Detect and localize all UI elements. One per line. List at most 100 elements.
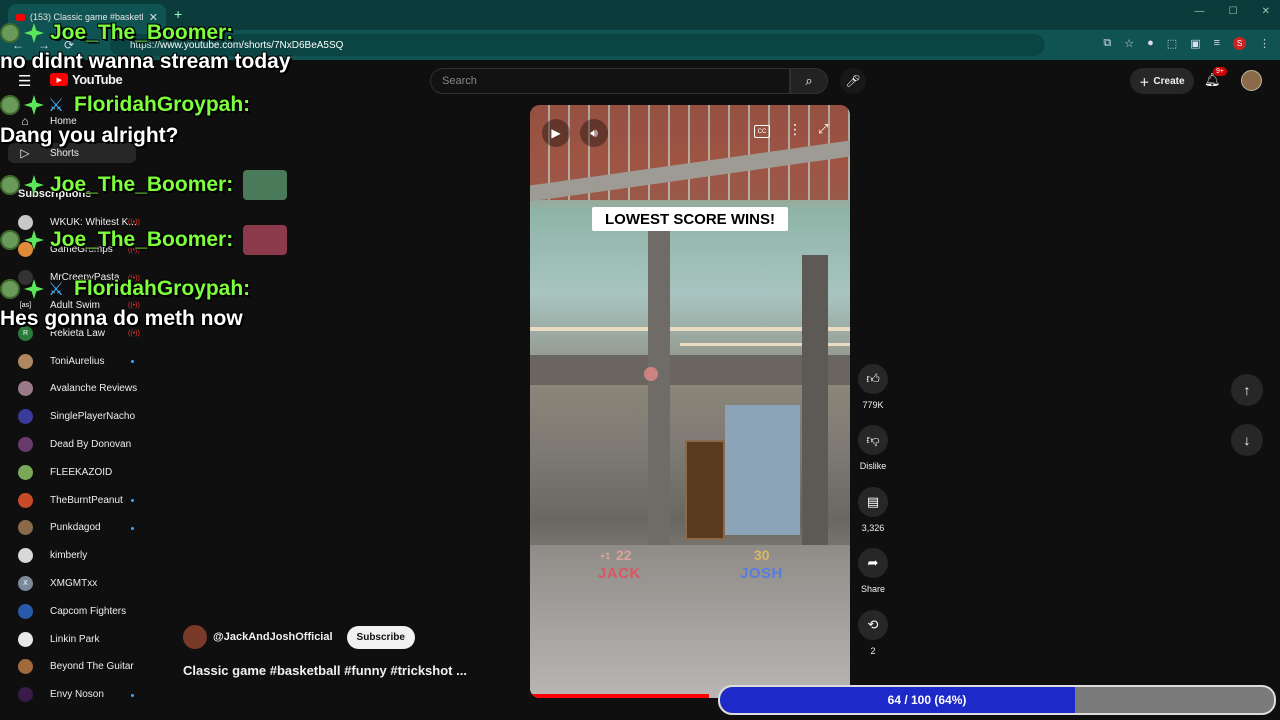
sidepanel-icon[interactable]: ▣	[1190, 37, 1200, 50]
video-ball	[644, 367, 658, 381]
video-floor	[530, 545, 850, 698]
live-icon: ((•))	[128, 274, 140, 282]
bell-icon[interactable]: 🔔︎ 9+	[1204, 67, 1227, 88]
dislike-button[interactable]: 👎︎ Dislike	[858, 425, 888, 471]
sidebar-channel-item[interactable]: MrCreepyPasta ((•))	[18, 268, 140, 288]
create-label: Create	[1153, 75, 1185, 87]
sidebar-channel-name: FLEEKAZOID	[50, 466, 113, 478]
score-left: 22	[616, 547, 632, 563]
youtube-logo[interactable]: ▶ YouTube	[50, 72, 123, 87]
sidebar: ⌂ Home ▷ Shorts Subscriptions WKUK: Whit…	[0, 100, 160, 720]
sidebar-channel-name: Capcom Fighters	[50, 605, 127, 617]
sidebar-channel-item[interactable]: Dead By Donovan	[18, 434, 131, 454]
close-window-button[interactable]: ✕	[1262, 6, 1270, 17]
previous-short-button[interactable]: ↑	[1231, 374, 1263, 406]
tab-title: (153) Classic game #basketball	[30, 12, 143, 22]
sidebar-channel-item[interactable]: Punkdagod	[18, 518, 134, 538]
youtube-play-icon: ▶	[50, 73, 68, 86]
puzzle-icon[interactable]: ⬚	[1167, 37, 1177, 50]
short-title[interactable]: Classic game #basketball #funny #tricksh…	[183, 663, 467, 678]
sidebar-channel-name: TheBurntPeanut	[50, 494, 123, 506]
sidebar-channel-item[interactable]: GameGrumps ((•))	[18, 240, 140, 260]
shorts-video-player[interactable]: ▶ 🔊︎ CC ⋮ ⤢ LOWEST SCORE WINS! +1 22 JAC…	[530, 105, 850, 698]
chat-emote-image	[243, 170, 288, 200]
tab-close-icon[interactable]: ✕	[149, 11, 158, 24]
search-icon[interactable]: ⌕	[790, 68, 828, 94]
subscribe-button[interactable]: Subscribe	[346, 625, 415, 649]
reload-icon[interactable]: ⟳	[64, 38, 74, 52]
maximize-button[interactable]: ☐	[1229, 6, 1238, 17]
bookmark-star-icon[interactable]: ☆	[1124, 37, 1134, 50]
subscriptions-heading[interactable]: Subscriptions	[18, 188, 91, 200]
sidebar-channel-item[interactable]: FLEEKAZOID	[18, 462, 112, 482]
like-button[interactable]: 👍︎ 779K	[858, 364, 888, 410]
sidebar-item-shorts[interactable]: ▷ Shorts	[8, 143, 136, 163]
extension-icon[interactable]: ●	[1147, 37, 1154, 50]
remix-button[interactable]: ⟲ 2	[858, 610, 888, 656]
live-icon: ((•))	[128, 330, 140, 338]
sidebar-channel-name: kimberly	[50, 550, 88, 562]
notification-badge: 9+	[1213, 67, 1227, 76]
more-options-icon[interactable]: ⋮	[788, 121, 802, 138]
new-tab-button[interactable]: +	[174, 6, 182, 22]
avatar[interactable]	[1241, 70, 1262, 91]
sidebar-channel-item[interactable]: R Rekieta Law ((•))	[18, 323, 140, 343]
profile-avatar[interactable]: S	[1233, 37, 1246, 50]
forward-icon[interactable]: →	[38, 38, 50, 52]
sidebar-channel-item[interactable]: SinglePlayerNacho	[18, 407, 135, 427]
channel-avatar	[18, 270, 33, 286]
comments-button[interactable]: ▤ 3,326	[858, 487, 888, 533]
sidebar-channel-name: Punkdagod	[50, 522, 101, 534]
sidebar-channel-item[interactable]: Linkin Park	[18, 629, 99, 649]
next-short-button[interactable]: ↓	[1231, 424, 1263, 456]
share-button[interactable]: ➦ Share	[858, 548, 888, 594]
play-icon[interactable]: ▶	[542, 119, 570, 147]
video-caption: LOWEST SCORE WINS!	[592, 207, 788, 231]
video-progress-bar[interactable]	[530, 694, 710, 698]
hamburger-icon[interactable]: ☰	[18, 72, 31, 90]
microphone-icon[interactable]: 🎤︎	[840, 68, 866, 94]
sidebar-channel-item[interactable]: WKUK: Whitest K... ((•))	[18, 212, 140, 232]
channel-avatar	[18, 492, 33, 508]
channel-avatar[interactable]	[183, 625, 207, 649]
create-button[interactable]: ＋ Create	[1130, 68, 1194, 94]
channel-avatar	[18, 409, 33, 425]
goal-progress-text: 64 / 100 (64%)	[887, 693, 967, 707]
sidebar-channel-item[interactable]: X XMGMTxx	[18, 573, 97, 593]
channel-avatar	[18, 603, 33, 619]
sidebar-item-label: Home	[50, 115, 77, 127]
sidebar-channel-item[interactable]: ToniAurelius	[18, 351, 134, 371]
youtube-header: ☰ ▶ YouTube Search ⌕ 🎤︎ ＋ Create 🔔︎ 9+	[0, 60, 1280, 100]
back-icon[interactable]: ←	[12, 38, 24, 52]
address-bar[interactable]: https://www.youtube.com/shorts/7NxD6BeA5…	[110, 34, 1045, 56]
sidebar-channel-item[interactable]: Capcom Fighters	[18, 601, 126, 621]
sidebar-channel-name: GameGrumps	[50, 244, 113, 256]
sidebar-channel-item[interactable]: TheBurntPeanut	[18, 490, 134, 510]
channel-avatar	[18, 464, 33, 480]
search-input[interactable]: Search	[430, 68, 790, 94]
sidebar-item-home[interactable]: ⌂ Home	[18, 114, 77, 128]
browser-tab[interactable]: (153) Classic game #basketball ✕	[8, 4, 166, 30]
install-app-icon[interactable]: ⧉	[1103, 37, 1111, 50]
minimize-button[interactable]: —	[1195, 6, 1205, 17]
media-icon[interactable]: ≡	[1214, 37, 1220, 50]
channel-avatar	[18, 659, 33, 675]
new-content-dot	[131, 360, 134, 363]
channel-name[interactable]: @JackAndJoshOfficial	[213, 631, 333, 643]
score-right: 30	[754, 547, 770, 563]
browser-menu-icon[interactable]: ⋮	[1259, 37, 1270, 50]
channel-avatar	[18, 242, 33, 258]
sidebar-channel-name: Adult Swim	[50, 299, 101, 311]
sidebar-channel-item[interactable]: kimberly	[18, 546, 87, 566]
channel-avatar	[18, 687, 33, 703]
captions-icon[interactable]: CC	[754, 125, 770, 138]
score-bonus: +1	[600, 551, 611, 561]
sidebar-channel-item[interactable]: Beyond The Guitar	[18, 657, 134, 677]
sidebar-channel-item[interactable]: Avalanche Reviews	[18, 379, 137, 399]
fullscreen-icon[interactable]: ⤢	[818, 121, 828, 137]
sidebar-channel-item[interactable]: [as] Adult Swim ((•))	[18, 295, 140, 315]
sidebar-channel-name: Dead By Donovan	[50, 438, 132, 450]
sidebar-channel-item[interactable]: Envy Noson	[18, 685, 134, 705]
volume-icon[interactable]: 🔊︎	[580, 119, 608, 147]
youtube-favicon-icon	[16, 13, 25, 21]
